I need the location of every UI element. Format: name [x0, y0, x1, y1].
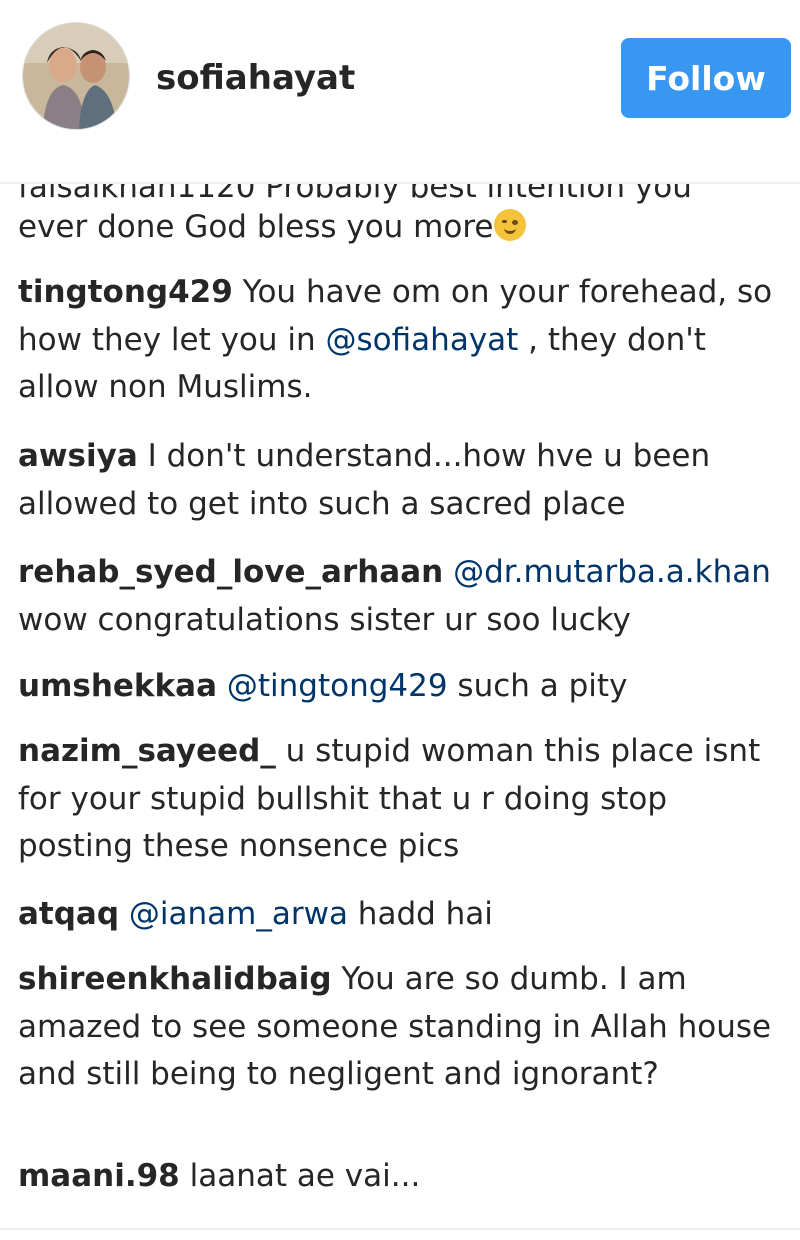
comment-text: such a pity [447, 668, 628, 704]
comment-username[interactable]: nazim_sayeed_ [18, 733, 276, 769]
comment-username[interactable]: umshekkaa [18, 668, 217, 704]
avatar-photo [23, 23, 129, 129]
post-author-username[interactable]: sofiahayat [156, 58, 355, 98]
comment-username[interactable]: atqaq [18, 896, 119, 932]
comment-item: awsiya I don't understand...how hve u be… [18, 433, 778, 528]
comment-username[interactable]: rehab_syed_love_arhaan [18, 554, 443, 590]
comment-text: ever done God bless you more [18, 209, 494, 245]
mention-link[interactable]: @tingtong429 [227, 668, 448, 704]
comment-item: umshekkaa @tingtong429 such a pity [18, 663, 778, 711]
mention-link[interactable]: @sofiahayat [326, 322, 519, 358]
comment-username[interactable]: tingtong429 [18, 274, 233, 310]
comment-text: hadd hai [347, 896, 493, 932]
mention-link[interactable]: @dr.mutarba.a.khan [453, 554, 771, 590]
comment-item: rehab_syed_love_arhaan @dr.mutarba.a.kha… [18, 549, 778, 644]
comment-item: tingtong429 You have om on your forehead… [18, 269, 778, 412]
comment-username[interactable]: shireenkhalidbaig [18, 961, 332, 997]
comment-text [119, 896, 129, 932]
comments-list[interactable]: faisalkhan1120 Probably best intention y… [0, 184, 800, 1214]
comment-item: nazim_sayeed_ u stupid woman this place … [18, 728, 778, 871]
follow-button[interactable]: Follow [621, 38, 791, 118]
winking-face-emoji-icon [494, 209, 527, 241]
bottom-divider [0, 1228, 800, 1230]
comment-text: laanat ae vai... [179, 1158, 421, 1194]
profile-avatar[interactable] [22, 22, 130, 130]
mention-link[interactable]: @ianam_arwa [129, 896, 348, 932]
comment-username[interactable]: maani.98 [18, 1158, 180, 1194]
comment-item: atqaq @ianam_arwa hadd hai [18, 891, 778, 939]
comment-text [217, 668, 227, 704]
post-header: sofiahayat Follow [0, 0, 800, 184]
comment-item: shireenkhalidbaig You are so dumb. I am … [18, 956, 778, 1099]
comment-item: maani.98 laanat ae vai... [18, 1153, 778, 1201]
comment-text [443, 554, 453, 590]
comment-username[interactable]: awsiya [18, 438, 138, 474]
comment-text: wow congratulations sister ur soo lucky [18, 601, 631, 638]
comment-item: ever done God bless you more [18, 204, 778, 252]
